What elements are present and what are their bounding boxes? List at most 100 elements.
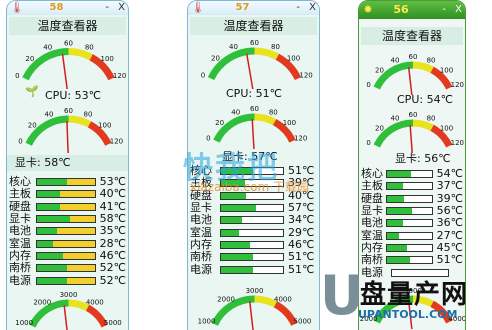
sensor-value: 46℃ bbox=[99, 248, 126, 262]
sensor-list: 核心 53℃ 主板 40℃ 硬盘 41℃ 显卡 58℃ 电池 35℃ 室温 28℃ 内存 46℃ 南桥 52℃… bbox=[9, 176, 126, 287]
sensor-name: 显卡 bbox=[361, 204, 383, 218]
sensor-row: 电池 35℃ bbox=[9, 225, 126, 237]
sensor-bar-fill bbox=[36, 179, 68, 186]
gauge-tick-label: 120 bbox=[294, 134, 307, 142]
sensor-bar-fill bbox=[36, 228, 57, 235]
sensor-bar-fill bbox=[221, 241, 250, 248]
sensor-bar-fill bbox=[386, 257, 410, 264]
sensor-row: 显卡 57℃ bbox=[190, 202, 317, 214]
sensor-name: 电源 bbox=[190, 262, 212, 276]
sensor-row: 电池 34℃ bbox=[190, 214, 317, 226]
sensor-bar bbox=[35, 202, 96, 211]
fan-gauge-svg: 1000 2000 3000 4000 5000 bbox=[15, 291, 122, 330]
sensor-value: 41℃ bbox=[99, 199, 126, 213]
cpu-temp-label: CPU: 53℃ bbox=[45, 89, 101, 102]
temp-viewer-window-1[interactable]: 🌡 58 - X 温度查看器 0 20 40 60 80 100 120 🌱 CPU: 53… bbox=[6, 0, 129, 330]
sensor-bar-fill bbox=[36, 216, 71, 223]
sensor-row: 南桥 52℃ bbox=[9, 262, 126, 274]
gauge-band bbox=[85, 304, 108, 328]
sensor-row: 内存 45℃ bbox=[361, 241, 463, 254]
title-bar[interactable]: ✸ 56 - X bbox=[359, 1, 465, 19]
gauge-tick-label: 0 bbox=[15, 72, 19, 80]
minimize-button[interactable]: - bbox=[296, 2, 300, 13]
title-bar[interactable]: 🌡 58 - X bbox=[7, 1, 128, 15]
sensor-bar-fill bbox=[36, 252, 64, 259]
gauge-tick-label: 0 bbox=[366, 81, 370, 89]
gauge-tick-label: 100 bbox=[287, 54, 300, 62]
sensor-value: 51℃ bbox=[288, 164, 315, 178]
gauge-tick-label: 1000 bbox=[15, 319, 33, 327]
title-temperature: 56 bbox=[393, 3, 409, 16]
sensor-name: 室温 bbox=[9, 236, 31, 250]
minimize-button[interactable]: - bbox=[105, 2, 109, 13]
gauge-tick-label: 20 bbox=[375, 124, 384, 132]
sensor-row: 南桥 51℃ bbox=[190, 251, 317, 263]
sensor-name: 显卡 bbox=[9, 212, 31, 226]
gauge-tick-label: 80 bbox=[84, 111, 93, 119]
sensor-name: 南桥 bbox=[190, 250, 212, 264]
gpu-temp-label: 显卡: 56℃ bbox=[395, 152, 451, 165]
gauge-tick-label: 20 bbox=[375, 66, 384, 74]
gauge-band bbox=[273, 301, 298, 326]
sensor-bar bbox=[35, 251, 96, 260]
sensor-name: 南桥 bbox=[361, 253, 383, 267]
sensor-bar bbox=[35, 264, 96, 273]
gauge-tick-label: 60 bbox=[250, 105, 259, 113]
gpu-temp-label: 显卡: 58℃ bbox=[7, 155, 128, 171]
watermark-logo-sub: xiazaiba.com·下载园 bbox=[190, 180, 310, 194]
sensor-bar bbox=[220, 228, 284, 237]
gauge-band bbox=[412, 61, 434, 74]
sensor-row: 硬盘 41℃ bbox=[9, 199, 126, 213]
gauge-tick-label: 80 bbox=[427, 114, 436, 122]
gauge-needle bbox=[63, 305, 68, 330]
sensor-bar-fill bbox=[221, 217, 243, 224]
plant-icon: 🌱 bbox=[25, 85, 39, 98]
gauge-tick-label: 40 bbox=[391, 114, 400, 122]
gauge-tick-label: 2000 bbox=[33, 299, 51, 307]
title-bar[interactable]: 🌡 57 - X bbox=[188, 1, 319, 15]
sensor-row: 主板 40℃ bbox=[9, 188, 126, 200]
gauge-needle bbox=[245, 53, 254, 89]
sensor-name: 硬盘 bbox=[361, 191, 383, 205]
cpu-temp-label: CPU: 51℃ bbox=[226, 87, 282, 100]
close-button[interactable]: X bbox=[118, 2, 125, 13]
sensor-bar-fill bbox=[221, 254, 253, 261]
close-button[interactable]: X bbox=[309, 2, 316, 13]
sensor-bar-fill bbox=[36, 240, 53, 247]
sensor-row: 内存 46℃ bbox=[190, 237, 317, 251]
sensor-bar bbox=[385, 207, 433, 216]
sensor-row: 内存 46℃ bbox=[9, 248, 126, 262]
gauge-tick-label: 100 bbox=[440, 66, 453, 74]
gauge-tick-label: 3000 bbox=[60, 291, 78, 299]
sensor-bar bbox=[385, 194, 433, 203]
sensor-bar-fill bbox=[386, 244, 407, 251]
sensor-value: 40℃ bbox=[99, 187, 126, 201]
sensor-bar bbox=[35, 178, 96, 187]
minimize-button[interactable]: - bbox=[442, 4, 446, 15]
sensor-row: 电源 52℃ bbox=[9, 274, 126, 286]
gauge-tick-label: 5000 bbox=[294, 317, 312, 325]
gauge-tick-label: 20 bbox=[28, 121, 37, 129]
sensor-bar bbox=[385, 182, 433, 191]
gauge-tick-label: 80 bbox=[271, 43, 280, 51]
gauge-tick-label: 0 bbox=[206, 134, 210, 142]
sensor-name: 内存 bbox=[190, 237, 212, 251]
sensor-name: 内存 bbox=[9, 248, 31, 262]
cpu-temp-label: CPU: 54℃ bbox=[397, 93, 453, 106]
gauge-band bbox=[254, 47, 280, 60]
sensor-value: 27℃ bbox=[436, 228, 463, 242]
gauge-band bbox=[254, 295, 278, 308]
cpu-gauge-svg: 0 20 40 60 80 100 120 bbox=[201, 39, 313, 89]
sensor-value: 51℃ bbox=[288, 250, 315, 264]
window-heading: 温度查看器 bbox=[9, 17, 126, 35]
sensor-name: 电池 bbox=[190, 213, 212, 227]
close-button[interactable]: X bbox=[455, 4, 462, 15]
sensor-value: 52℃ bbox=[99, 273, 126, 287]
sensor-value: 37℃ bbox=[436, 179, 463, 193]
gauge-tick-label: 40 bbox=[391, 56, 400, 64]
gauge-needle bbox=[61, 53, 68, 89]
sensor-name: 显卡 bbox=[190, 201, 212, 215]
gauge-tick-label: 120 bbox=[110, 137, 123, 145]
sensor-bar-fill bbox=[386, 208, 412, 215]
gauge-tick-label: 40 bbox=[45, 111, 54, 119]
